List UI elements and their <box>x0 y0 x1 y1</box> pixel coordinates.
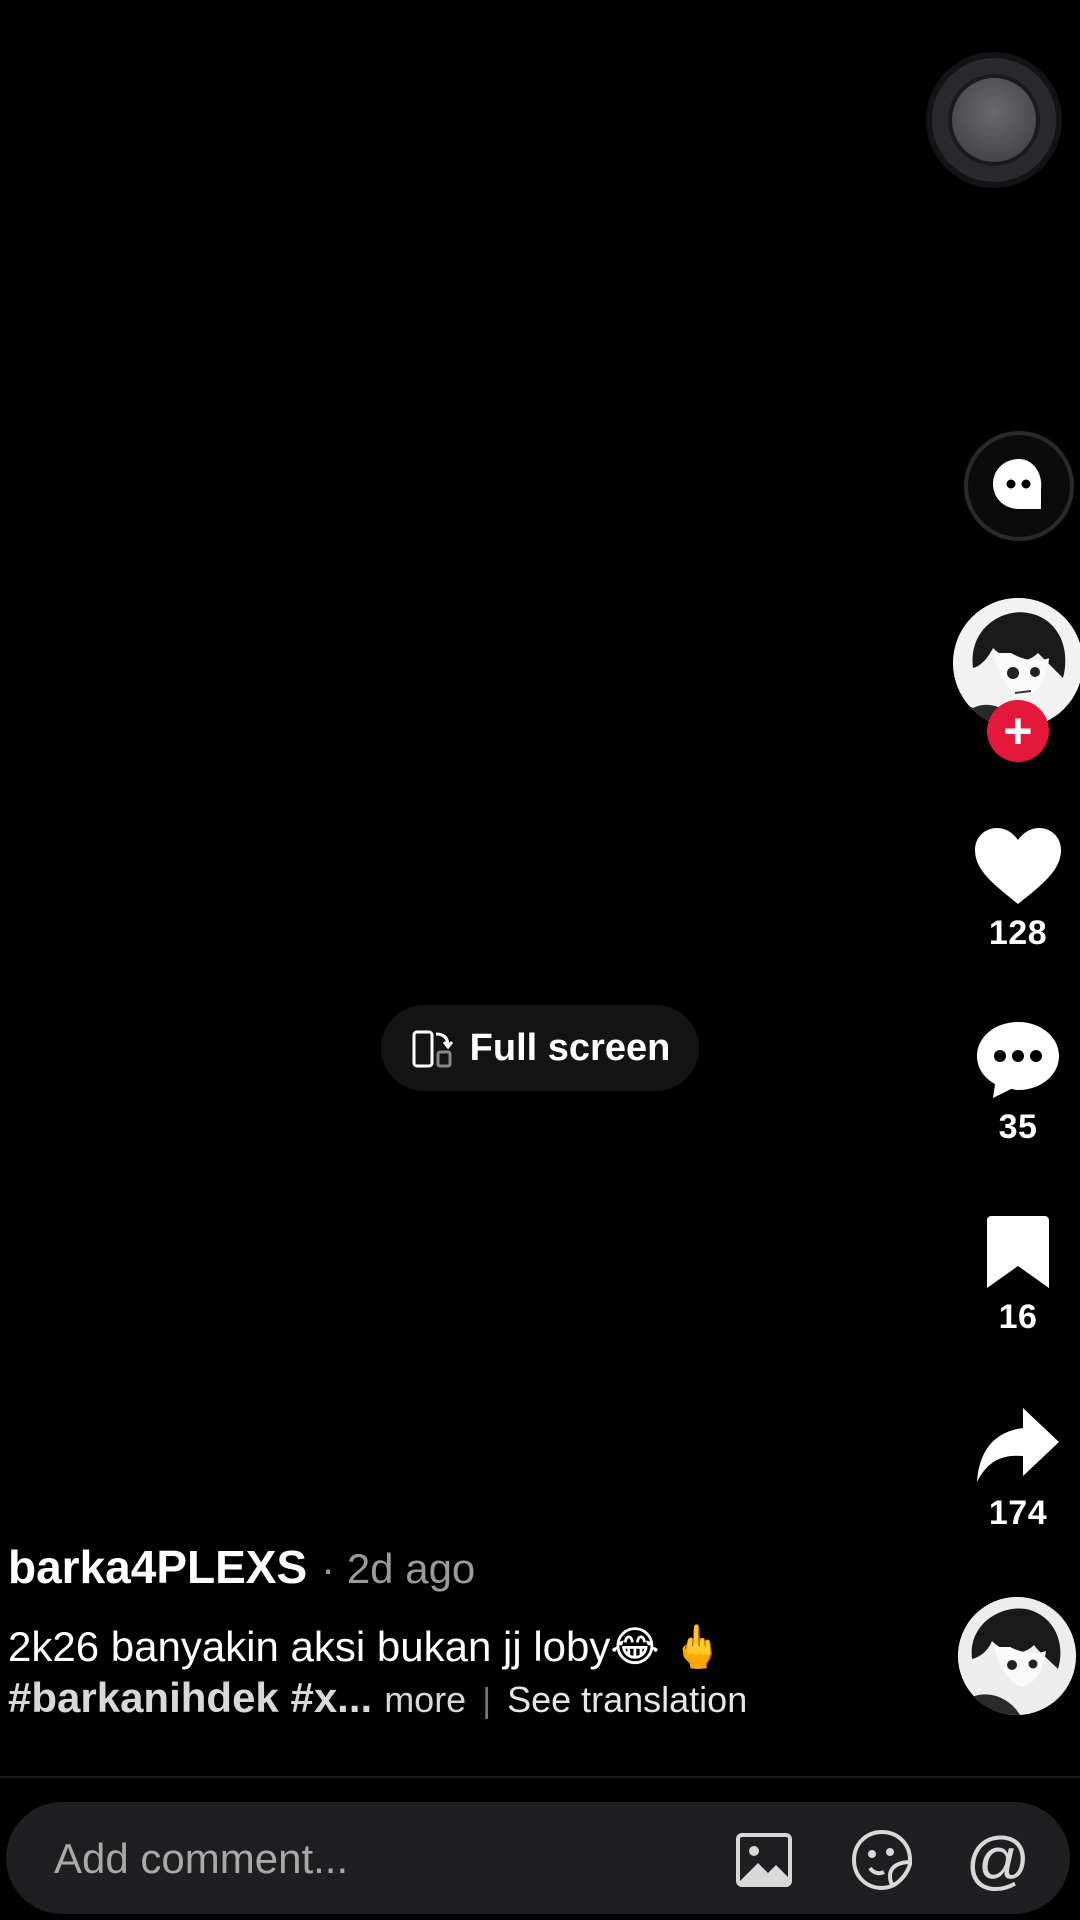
separator: | <box>482 1682 492 1720</box>
ai-chat-icon <box>993 459 1042 509</box>
comment-bar: @ <box>6 1802 1070 1916</box>
post-time: · 2d ago <box>321 1545 476 1592</box>
bookmark-icon <box>987 1216 1049 1288</box>
share-arrow-icon <box>977 1408 1059 1482</box>
follow-button[interactable]: + <box>987 700 1049 762</box>
floating-bubble-icon <box>948 74 1040 166</box>
image-icon[interactable] <box>732 1828 796 1892</box>
author-username[interactable]: barka4PLEXS <box>8 1540 307 1594</box>
like-count: 128 <box>988 914 1048 952</box>
sticker-icon[interactable] <box>850 1828 914 1892</box>
fullscreen-label: Full screen <box>469 1026 671 1069</box>
bookmark-count: 16 <box>998 1298 1038 1336</box>
post-caption: 2k26 banyakin aksi bukan jj loby😂 🖕 <box>8 1623 724 1670</box>
see-translation-link[interactable]: See translation <box>507 1679 747 1721</box>
floating-bubble-button[interactable] <box>932 58 1056 182</box>
ai-assistant-button[interactable] <box>968 435 1070 537</box>
like-action[interactable]: 128 <box>968 826 1068 953</box>
fullscreen-button[interactable]: Full screen <box>381 1005 699 1091</box>
more-link[interactable]: more <box>384 1679 466 1721</box>
at-icon[interactable]: @ <box>966 1828 1031 1892</box>
comment-action[interactable]: 35 <box>968 1018 1068 1147</box>
share-count: 174 <box>988 1494 1048 1532</box>
share-action[interactable]: 174 <box>968 1406 1068 1533</box>
plus-icon: + <box>1003 703 1033 759</box>
comment-bubble-icon <box>977 1022 1059 1098</box>
comment-input[interactable] <box>52 1802 676 1916</box>
fullscreen-rotate-icon <box>412 1030 453 1068</box>
author-line: barka4PLEXS · 2d ago <box>8 1540 475 1594</box>
bookmark-action[interactable]: 16 <box>968 1214 1068 1337</box>
comment-count: 35 <box>998 1108 1038 1146</box>
hashtag-links[interactable]: #barkanihdek #x... <box>8 1674 372 1722</box>
music-disc-image <box>958 1597 1076 1715</box>
divider <box>0 1776 1080 1778</box>
music-disc[interactable] <box>958 1597 1076 1715</box>
heart-icon <box>975 828 1061 904</box>
caption-line-2: #barkanihdek #x... more | See translatio… <box>8 1674 747 1722</box>
